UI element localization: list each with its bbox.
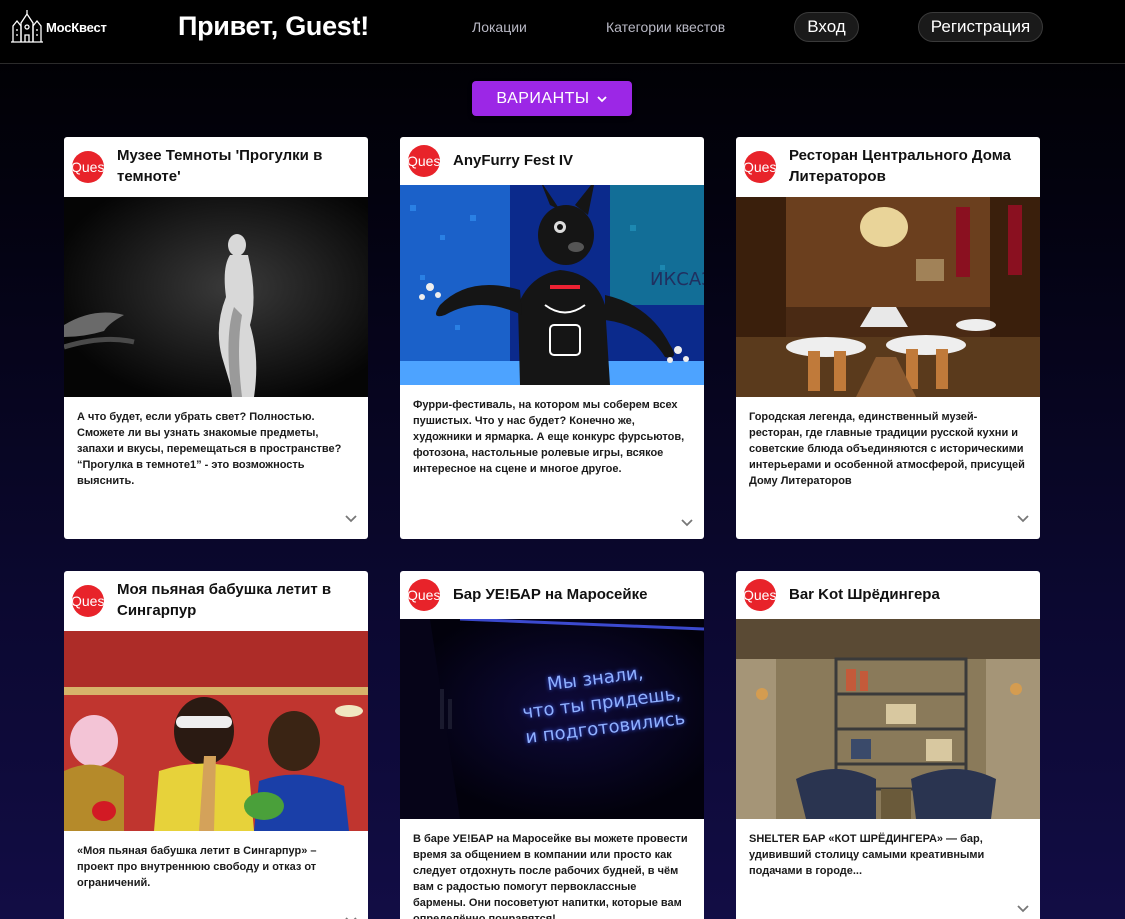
- kremlin-logo-icon: [11, 10, 43, 43]
- card-title[interactable]: Bar Kot Шрёдингера: [789, 584, 1029, 605]
- expand-chevron-icon[interactable]: [344, 913, 358, 919]
- top-header: МосКвест Привет, Guest! Локации Категори…: [0, 0, 1125, 64]
- quest-card[interactable]: Quest AnyFurry Fest IV ИКСАЗ: [400, 137, 704, 539]
- quest-badge: Quest: [408, 145, 440, 177]
- logo-text: МосКвест: [46, 19, 107, 35]
- quest-card[interactable]: Quest Bar Kot Шрёдингера SHELTER БАР «КО…: [736, 571, 1040, 919]
- card-header: Quest Ресторан Центрального Дома Литерат…: [736, 137, 1040, 197]
- card-header: Quest Бар УЕ!БАР на Маросейке: [400, 571, 704, 619]
- nav-link-locations[interactable]: Локации: [472, 19, 527, 35]
- card-image-neon-bar: Мы знали, Мы знали, что ты придешь, что …: [400, 619, 704, 819]
- card-header: Quest AnyFurry Fest IV: [400, 137, 704, 185]
- nav-link-quest-categories[interactable]: Категории квестов: [606, 19, 725, 35]
- quest-card[interactable]: Quest Ресторан Центрального Дома Литерат…: [736, 137, 1040, 539]
- card-title[interactable]: Моя пьяная бабушка летит в Сингарпур: [117, 579, 357, 621]
- svg-text:ИКСАЗ: ИКСАЗ: [650, 269, 704, 290]
- quest-card[interactable]: Quest Бар УЕ!БАР на Маросейке Мы знали, …: [400, 571, 704, 919]
- expand-chevron-icon[interactable]: [680, 515, 694, 529]
- quest-badge: Quest: [408, 579, 440, 611]
- card-title[interactable]: AnyFurry Fest IV: [453, 150, 693, 171]
- card-description: SHELTER БАР «КОТ ШРЁДИНГЕРА» — бар, удив…: [749, 833, 985, 877]
- variants-label: ВАРИАНТЫ: [496, 89, 590, 107]
- card-title[interactable]: Бар УЕ!БАР на Маросейке: [453, 584, 693, 605]
- card-description: Фурри-фестиваль, на котором мы соберем в…: [413, 399, 685, 475]
- expand-chevron-icon[interactable]: [1016, 511, 1030, 525]
- card-header: Quest Bar Kot Шрёдингера: [736, 571, 1040, 619]
- register-button[interactable]: Регистрация: [918, 12, 1043, 42]
- card-description: «Моя пьяная бабушка летит в Сингарпур» –…: [77, 845, 317, 889]
- expand-chevron-icon[interactable]: [1016, 901, 1030, 915]
- login-button[interactable]: Вход: [794, 12, 859, 42]
- card-image-furry-costume: ИКСАЗ: [400, 185, 704, 385]
- card-description: Городская легенда, единственный музей-ре…: [749, 411, 1025, 487]
- card-image-party-people: [64, 631, 368, 831]
- expand-chevron-icon[interactable]: [344, 511, 358, 525]
- card-image-shelter-bar: [736, 619, 1040, 819]
- chevron-down-icon: [596, 95, 607, 102]
- variants-dropdown-button[interactable]: ВАРИАНТЫ: [472, 81, 632, 116]
- quest-badge: Quest: [744, 151, 776, 183]
- card-description: А что будет, если убрать свет? Полностью…: [77, 411, 342, 487]
- card-title[interactable]: Музее Темноты 'Прогулки в темноте': [117, 145, 357, 187]
- quest-badge: Quest: [744, 579, 776, 611]
- quest-badge: Quest: [72, 585, 104, 617]
- logo[interactable]: МосКвест: [10, 10, 107, 44]
- card-header: Quest Музее Темноты 'Прогулки в темноте': [64, 137, 368, 197]
- card-image-restaurant-interior: [736, 197, 1040, 397]
- quest-badge: Quest: [72, 151, 104, 183]
- card-description: В баре УЕ!БАР на Маросейке вы можете про…: [413, 833, 688, 919]
- card-image-venus-statue: [64, 197, 368, 397]
- card-header: Quest Моя пьяная бабушка летит в Сингарп…: [64, 571, 368, 631]
- card-title[interactable]: Ресторан Центрального Дома Литераторов: [789, 145, 1029, 187]
- quest-card[interactable]: Quest Музее Темноты 'Прогулки в темноте'…: [64, 137, 368, 539]
- greeting-title: Привет, Guest!: [178, 11, 369, 41]
- quest-card[interactable]: Quest Моя пьяная бабушка летит в Сингарп…: [64, 571, 368, 919]
